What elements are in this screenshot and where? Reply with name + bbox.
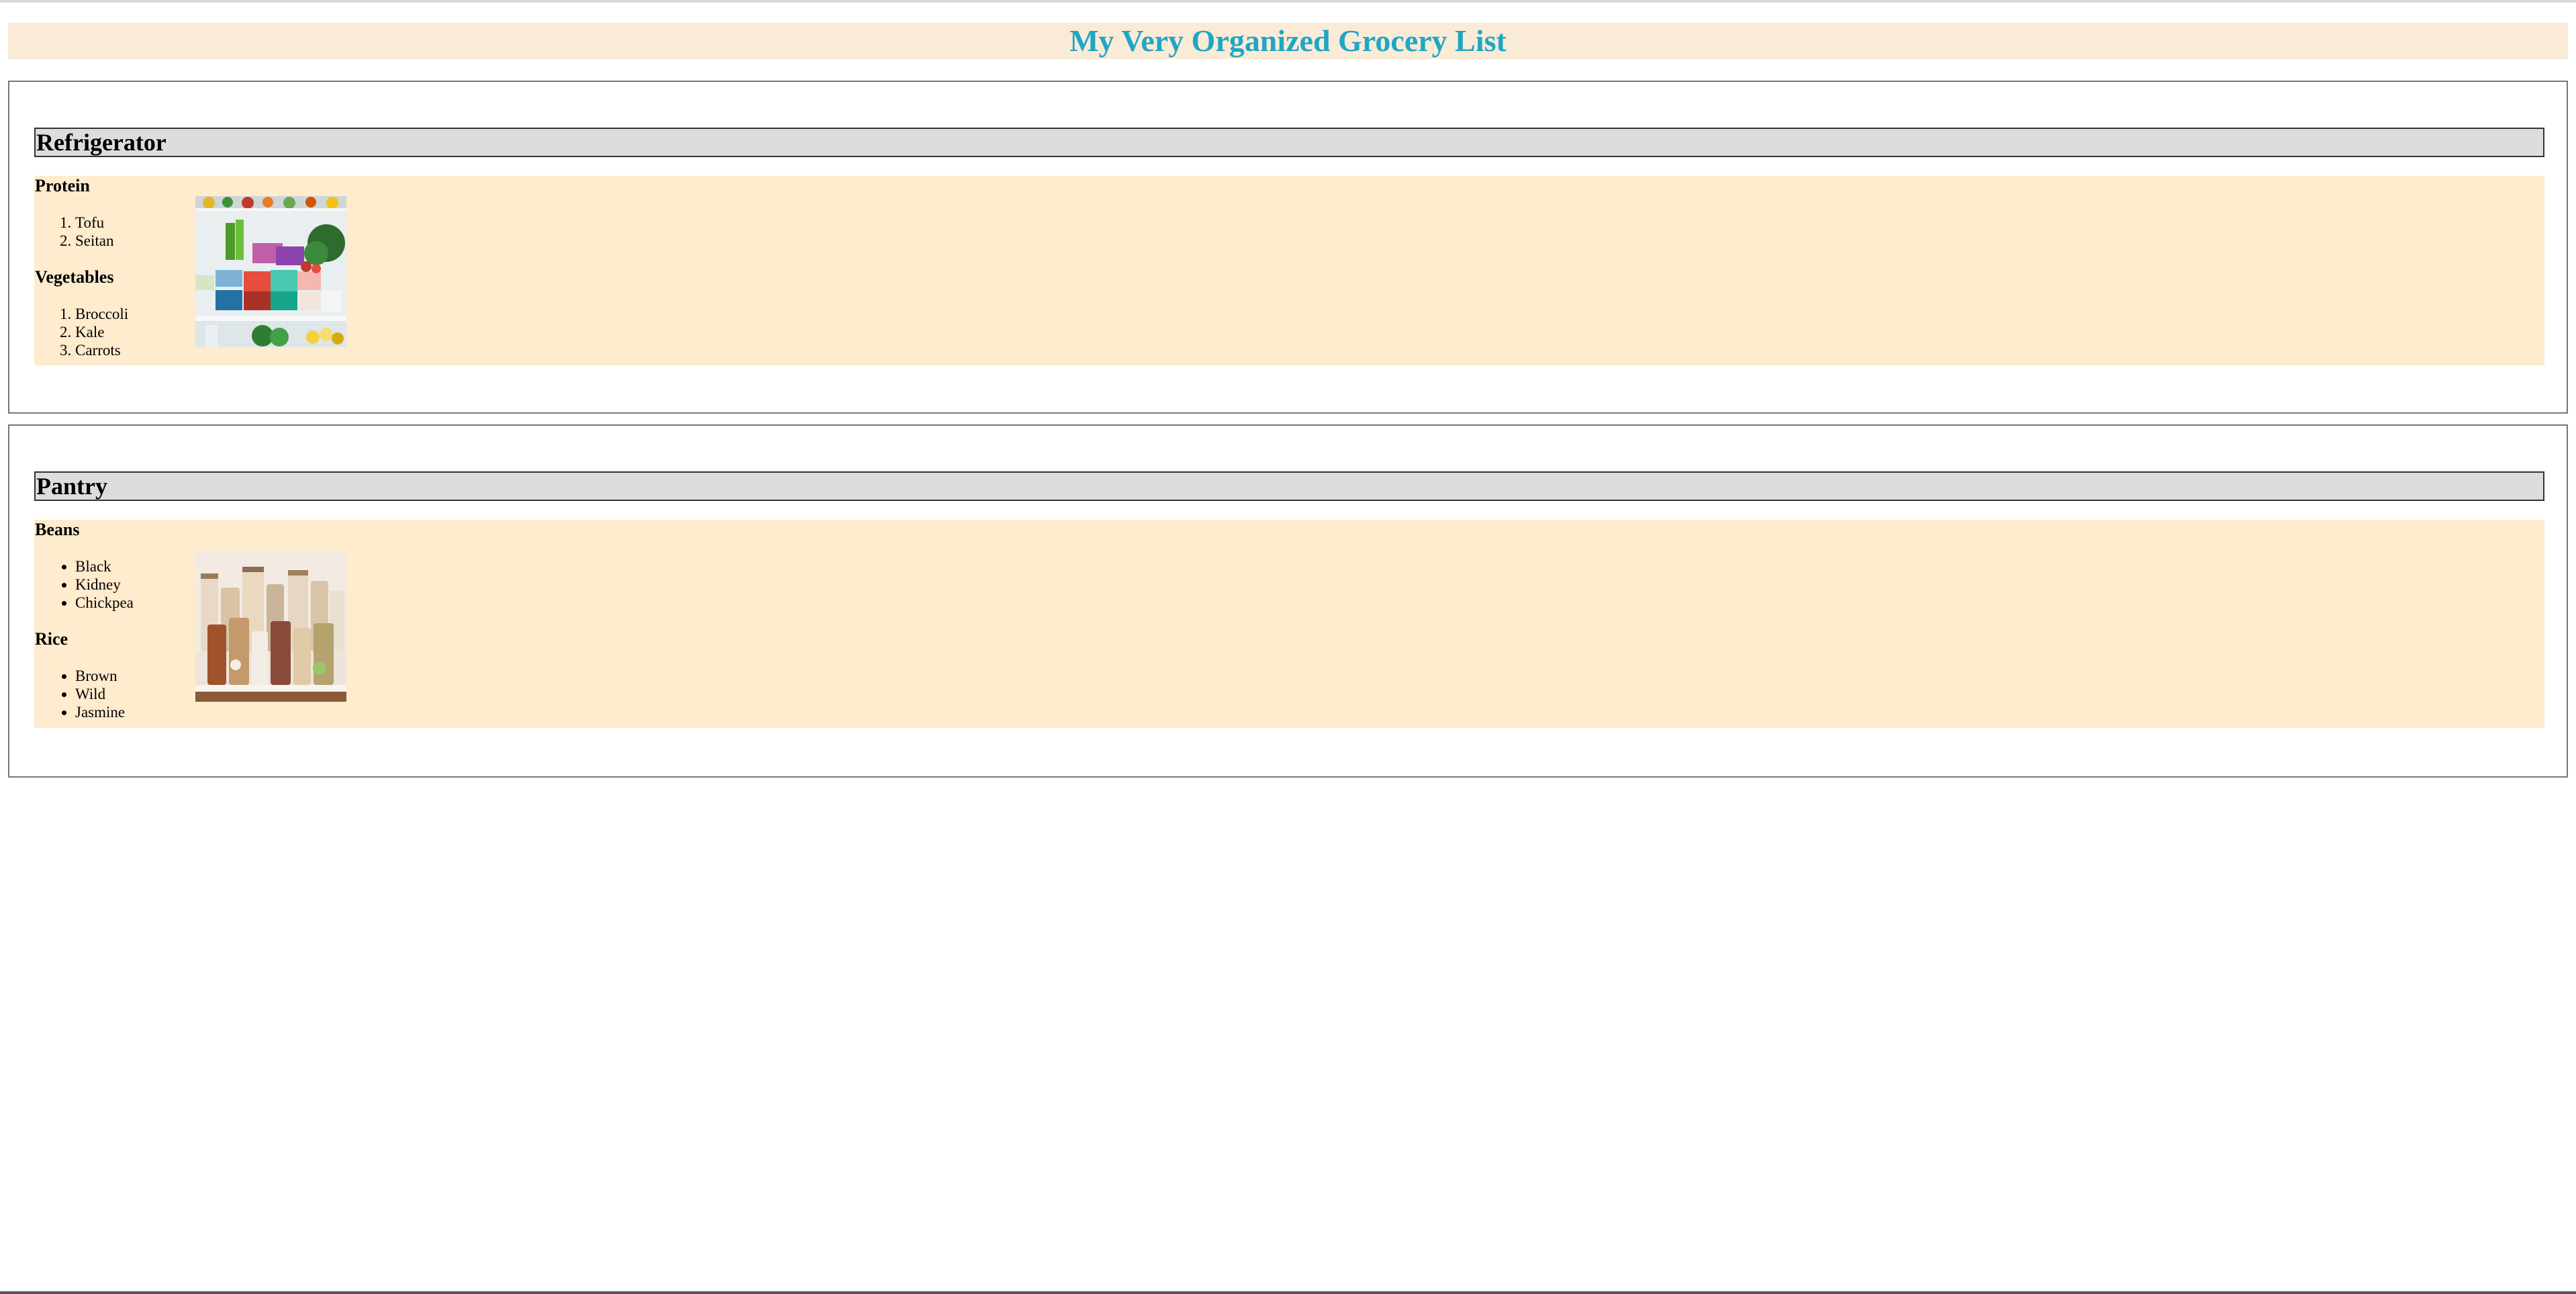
list-item: Seitan — [75, 232, 189, 250]
refrigerator-photo — [195, 196, 346, 347]
group-title-rice: Rice — [35, 629, 68, 649]
top-rule — [0, 0, 2576, 3]
content-panel: Protein Tofu Seitan Vegetables Broccoli … — [34, 176, 2544, 365]
list-item: Kidney — [75, 575, 189, 594]
grocery-lists: Protein Tofu Seitan Vegetables Broccoli … — [35, 176, 189, 359]
list-item: Broccoli — [75, 305, 189, 323]
rice-list: Brown Wild Jasmine — [35, 667, 189, 721]
section-pantry: Pantry Beans Black Kidney Chickpea Rice … — [8, 424, 2568, 778]
group-title-protein: Protein — [35, 176, 90, 195]
content-panel: Beans Black Kidney Chickpea Rice Brown W… — [34, 520, 2544, 728]
bottom-rule — [0, 1291, 2576, 1294]
group-title-beans: Beans — [35, 520, 80, 539]
section-heading: Refrigerator — [34, 128, 2544, 157]
title-bar: My Very Organized Grocery List — [8, 23, 2568, 59]
list-item: Black — [75, 557, 189, 575]
vegetables-list: Broccoli Kale Carrots — [35, 305, 189, 359]
list-item: Jasmine — [75, 703, 189, 721]
protein-list: Tofu Seitan — [35, 214, 189, 250]
section-heading: Pantry — [34, 471, 2544, 501]
beans-list: Black Kidney Chickpea — [35, 557, 189, 612]
list-item: Carrots — [75, 341, 189, 359]
list-item: Brown — [75, 667, 189, 685]
list-item: Chickpea — [75, 594, 189, 612]
list-item: Kale — [75, 323, 189, 341]
list-item: Wild — [75, 685, 189, 703]
group-title-vegetables: Vegetables — [35, 267, 114, 287]
section-refrigerator: Refrigerator Protein Tofu Seitan Vegetab… — [8, 81, 2568, 414]
grocery-lists: Beans Black Kidney Chickpea Rice Brown W… — [35, 520, 189, 721]
pantry-photo — [195, 551, 346, 702]
page-title: My Very Organized Grocery List — [1069, 24, 1507, 58]
list-item: Tofu — [75, 214, 189, 232]
